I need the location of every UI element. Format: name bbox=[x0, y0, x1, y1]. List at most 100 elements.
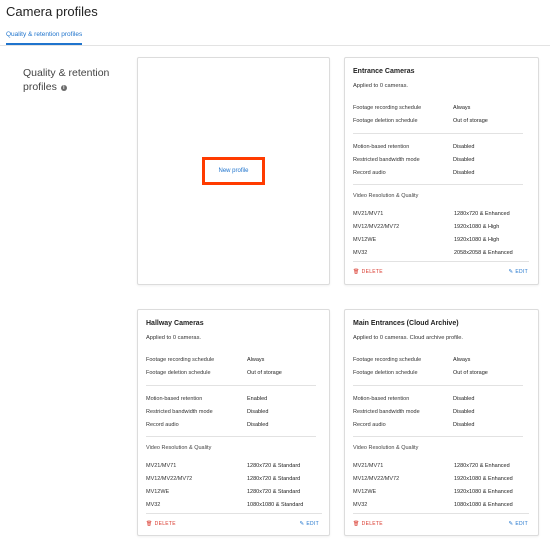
divider bbox=[353, 436, 523, 437]
record-audio-label: Record audio bbox=[353, 170, 386, 176]
bandwidth-mode-label: Restricted bandwidth mode bbox=[353, 157, 420, 163]
video-quality-heading: Video Resolution & Quality bbox=[353, 445, 419, 451]
profile-card-main-entrances: Main Entrances (Cloud Archive) Applied to… bbox=[344, 309, 539, 536]
pencil-icon: ✎ bbox=[299, 521, 305, 527]
camera-model: MV12WE bbox=[353, 237, 377, 243]
info-icon[interactable]: i bbox=[60, 85, 67, 91]
divider bbox=[353, 261, 529, 262]
motion-retention-value: Disabled bbox=[453, 144, 475, 150]
delete-label: DELETE bbox=[154, 521, 176, 527]
record-audio-value: Disabled bbox=[453, 422, 475, 428]
recording-schedule-label: Footage recording schedule bbox=[146, 357, 215, 363]
camera-model: MV21/MV71 bbox=[353, 463, 384, 469]
section-title: Quality & retention profiles i bbox=[23, 66, 123, 94]
video-quality-heading: Video Resolution & Quality bbox=[353, 193, 419, 199]
trash-icon: 🗑 bbox=[353, 521, 360, 527]
divider bbox=[353, 133, 523, 134]
delete-label: DELETE bbox=[361, 521, 383, 527]
card-title: Entrance Cameras bbox=[353, 68, 415, 75]
camera-model: MV12WE bbox=[146, 489, 170, 495]
deletion-schedule-label: Footage deletion schedule bbox=[353, 370, 418, 376]
applied-count: Applied to 0 cameras. bbox=[146, 335, 202, 341]
recording-schedule-label: Footage recording schedule bbox=[353, 105, 422, 111]
new-profile-card: New profile bbox=[137, 57, 330, 285]
resolution-quality: 1280x720 & Standard bbox=[247, 489, 301, 495]
recording-schedule-value: Always bbox=[453, 357, 471, 363]
bandwidth-mode-label: Restricted bandwidth mode bbox=[353, 409, 420, 415]
edit-button[interactable]: ✎ EDIT bbox=[508, 520, 528, 528]
deletion-schedule-value: Out of storage bbox=[247, 370, 282, 376]
camera-model: MV32 bbox=[146, 502, 161, 508]
recording-schedule-label: Footage recording schedule bbox=[353, 357, 422, 363]
camera-model: MV12/MV22/MV72 bbox=[353, 476, 400, 482]
camera-model: MV12/MV22/MV72 bbox=[146, 476, 193, 482]
card-title: Main Entrances (Cloud Archive) bbox=[353, 320, 459, 327]
tab-bar: Quality & retention profiles bbox=[0, 24, 550, 46]
camera-model: MV21/MV71 bbox=[146, 463, 177, 469]
deletion-schedule-value: Out of storage bbox=[453, 118, 488, 124]
delete-button[interactable]: 🗑 DELETE bbox=[353, 520, 383, 528]
motion-retention-value: Disabled bbox=[453, 396, 475, 402]
camera-model: MV21/MV71 bbox=[353, 211, 384, 217]
camera-model: MV32 bbox=[353, 250, 368, 256]
delete-button[interactable]: 🗑 DELETE bbox=[353, 268, 383, 276]
applied-count: Applied to 0 cameras. bbox=[353, 83, 409, 89]
page-title: Camera profiles bbox=[6, 4, 98, 19]
camera-model: MV32 bbox=[353, 502, 368, 508]
card-title: Hallway Cameras bbox=[146, 320, 204, 327]
edit-label: EDIT bbox=[306, 521, 319, 527]
edit-label: EDIT bbox=[515, 269, 528, 275]
tab-quality-retention-profiles[interactable]: Quality & retention profiles bbox=[6, 31, 83, 45]
resolution-quality: 1280x720 & Enhanced bbox=[454, 463, 510, 469]
motion-retention-label: Motion-based retention bbox=[146, 396, 203, 402]
recording-schedule-value: Always bbox=[453, 105, 471, 111]
recording-schedule-value: Always bbox=[247, 357, 265, 363]
resolution-quality: 1280x720 & Standard bbox=[247, 463, 301, 469]
resolution-quality: 1920x1080 & Enhanced bbox=[454, 489, 513, 495]
bandwidth-mode-value: Disabled bbox=[247, 409, 269, 415]
bandwidth-mode-label: Restricted bandwidth mode bbox=[146, 409, 213, 415]
resolution-quality: 1280x720 & Enhanced bbox=[454, 211, 510, 217]
edit-button[interactable]: ✎ EDIT bbox=[299, 520, 319, 528]
edit-button[interactable]: ✎ EDIT bbox=[508, 268, 528, 276]
resolution-quality: 1920x1080 & High bbox=[454, 224, 500, 230]
pencil-icon: ✎ bbox=[508, 521, 514, 527]
deletion-schedule-label: Footage deletion schedule bbox=[146, 370, 211, 376]
camera-model: MV12WE bbox=[353, 489, 377, 495]
divider bbox=[146, 436, 316, 437]
divider bbox=[146, 513, 322, 514]
resolution-quality: 1920x1080 & Enhanced bbox=[454, 476, 513, 482]
resolution-quality: 1280x720 & Standard bbox=[247, 476, 301, 482]
resolution-quality: 1920x1080 & High bbox=[454, 237, 500, 243]
bandwidth-mode-value: Disabled bbox=[453, 157, 475, 163]
record-audio-label: Record audio bbox=[353, 422, 386, 428]
trash-icon: 🗑 bbox=[146, 521, 153, 527]
motion-retention-label: Motion-based retention bbox=[353, 396, 410, 402]
applied-count: Applied to 0 cameras. Cloud archive prof… bbox=[353, 335, 464, 341]
resolution-quality: 2058x2058 & Enhanced bbox=[454, 250, 513, 256]
record-audio-value: Disabled bbox=[453, 170, 475, 176]
delete-label: DELETE bbox=[361, 269, 383, 275]
motion-retention-value: Enabled bbox=[247, 396, 268, 402]
delete-button[interactable]: 🗑 DELETE bbox=[146, 520, 176, 528]
video-quality-heading: Video Resolution & Quality bbox=[146, 445, 212, 451]
deletion-schedule-value: Out of storage bbox=[453, 370, 488, 376]
record-audio-label: Record audio bbox=[146, 422, 179, 428]
divider bbox=[353, 385, 523, 386]
divider bbox=[353, 513, 529, 514]
deletion-schedule-label: Footage deletion schedule bbox=[353, 118, 418, 124]
resolution-quality: 1080x1080 & Standard bbox=[247, 502, 304, 508]
bandwidth-mode-value: Disabled bbox=[453, 409, 475, 415]
profile-card-entrance-cameras: Entrance Cameras Applied to 0 cameras. Foo… bbox=[344, 57, 539, 285]
edit-label: EDIT bbox=[515, 521, 528, 527]
record-audio-value: Disabled bbox=[247, 422, 269, 428]
resolution-quality: 1080x1080 & Enhanced bbox=[454, 502, 513, 508]
divider bbox=[146, 385, 316, 386]
new-profile-button[interactable]: New profile bbox=[202, 157, 265, 185]
pencil-icon: ✎ bbox=[508, 269, 514, 275]
trash-icon: 🗑 bbox=[353, 269, 360, 275]
divider bbox=[353, 184, 523, 185]
profile-card-hallway-cameras: Hallway Cameras Applied to 0 cameras. Foot… bbox=[137, 309, 330, 536]
camera-model: MV12/MV22/MV72 bbox=[353, 224, 400, 230]
motion-retention-label: Motion-based retention bbox=[353, 144, 410, 150]
